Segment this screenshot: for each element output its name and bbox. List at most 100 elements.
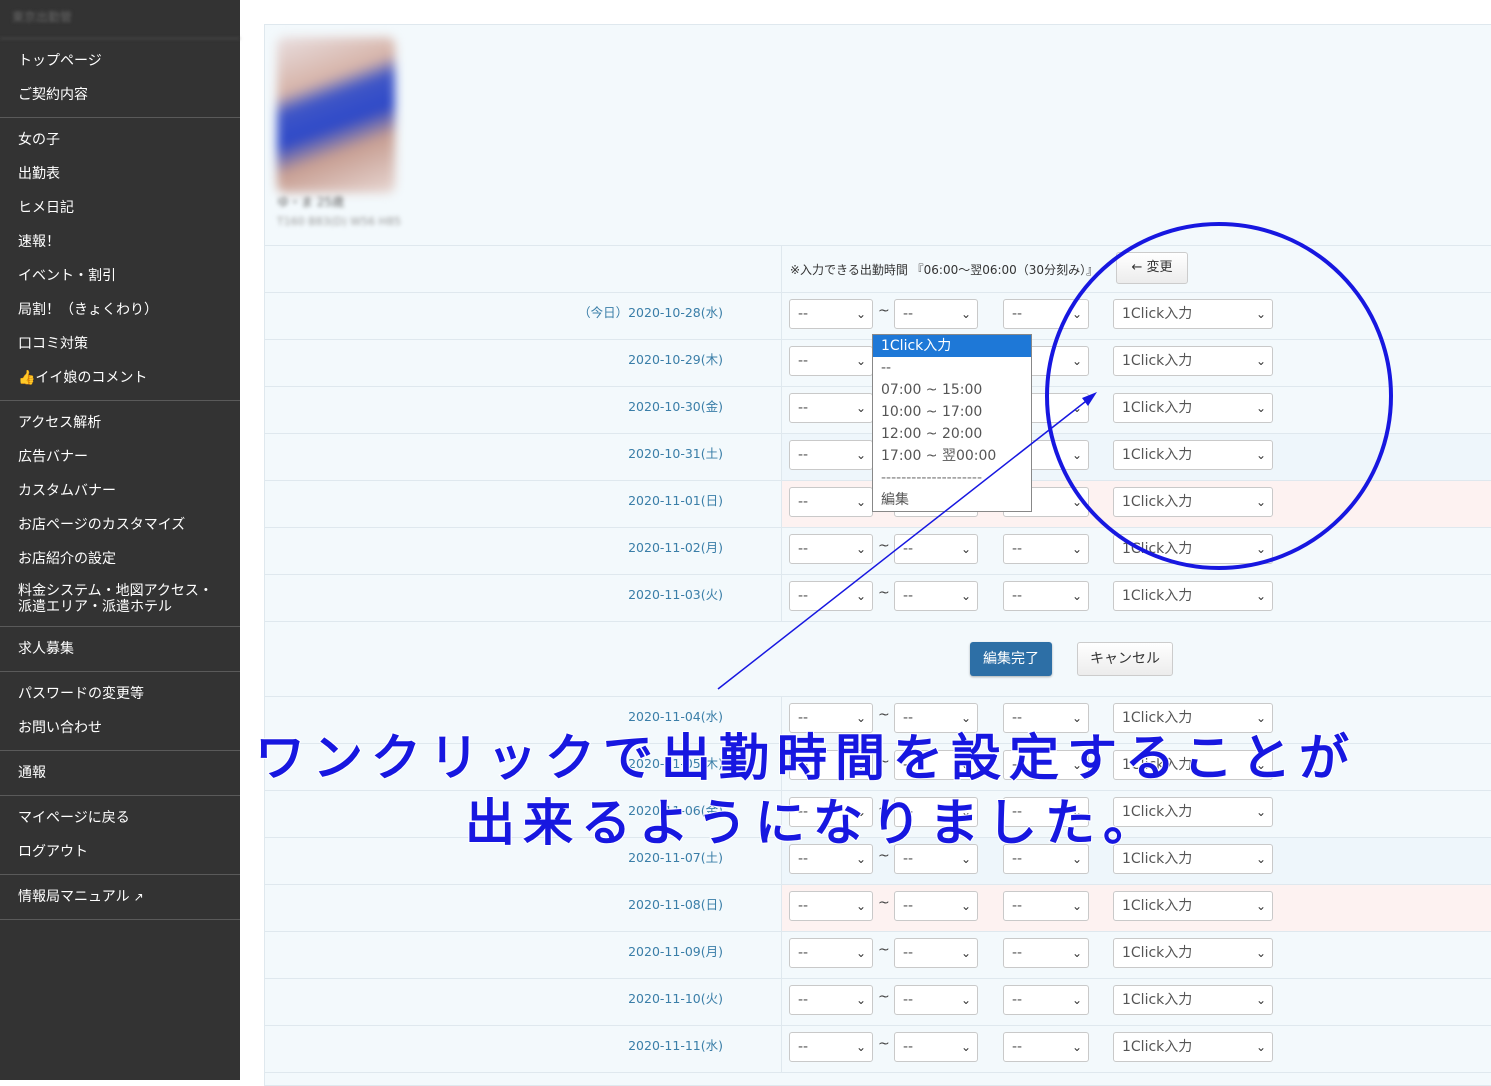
status-select[interactable]: --⌄ (1003, 534, 1089, 564)
end-time-select[interactable]: --⌄ (894, 891, 978, 921)
schedule-row: 2020-11-02(月) -- ⌄ ~ -- ⌄ -- ⌄ 1Click入力 ⌄ (265, 528, 1491, 575)
sidebar-item[interactable]: トップページ (0, 44, 240, 78)
chevron-down-icon: ⌄ (855, 448, 866, 462)
oneclick-select[interactable]: 1Click入力 ⌄ (1113, 891, 1273, 921)
oneclick-select[interactable]: 1Click入力 ⌄ (1113, 1032, 1273, 1062)
external-link-icon: ↗ (133, 890, 144, 904)
sidebar-item[interactable]: 口コミ対策 (0, 327, 240, 361)
dropdown-option[interactable]: 17:00 ~ 翌00:00 (873, 445, 1031, 467)
oneclick-select[interactable]: 1Click入力 ⌄ (1113, 299, 1273, 329)
oneclick-select[interactable]: 1Click入力 ⌄ (1113, 938, 1273, 968)
sidebar: 東京出勤管 トップページ ご契約内容 女の子 出勤表 ヒメ日記 速報！ イベント・割引 局割！… (0, 0, 240, 1080)
sidebar-item[interactable]: 女の子 (0, 123, 240, 157)
sidebar-group: 情報局マニュアル ↗ (0, 875, 240, 920)
sidebar-item[interactable]: ログアウト (0, 835, 240, 869)
chevron-down-icon: ⌄ (1255, 448, 1266, 462)
status-select[interactable]: --⌄ (1003, 985, 1089, 1015)
sidebar-group: パスワードの変更等 お問い合わせ (0, 672, 240, 751)
start-time-select[interactable]: -- ⌄ (789, 985, 873, 1015)
dropdown-option[interactable]: 編集 (873, 489, 1031, 511)
sidebar-item[interactable]: アクセス解析 (0, 406, 240, 440)
annotation-line-1: ワンクリックで出勤時間を設定することが (254, 728, 1357, 788)
sidebar-item[interactable]: 通報 (0, 756, 240, 790)
row-date: （今日）2020-10-28(水) (578, 305, 723, 320)
sidebar-item[interactable]: 広告バナー (0, 440, 240, 474)
end-time-select[interactable]: --⌄ (894, 581, 978, 611)
sidebar-item-label: 局割！（きょくわり） (18, 302, 158, 318)
profile-name: ゆ・ま 25歳 (277, 195, 345, 209)
chevron-down-icon: ⌄ (1255, 993, 1266, 1007)
sidebar-item[interactable]: 局割！（きょくわり） (0, 293, 240, 327)
oneclick-dropdown-list[interactable]: 1Click入力 -- 07:00 ~ 15:00 10:00 ~ 17:00 12:0… (872, 334, 1032, 512)
sidebar-item[interactable]: お店紹介の設定 (0, 542, 240, 576)
chevron-down-icon: ⌄ (1255, 495, 1266, 509)
status-select[interactable]: --⌄ (1003, 581, 1089, 611)
start-time-select[interactable]: -- ⌄ (789, 393, 873, 423)
start-time-select[interactable]: -- ⌄ (789, 534, 873, 564)
sidebar-item[interactable]: イベント・割引 (0, 259, 240, 293)
oneclick-select[interactable]: 1Click入力 ⌄ (1113, 534, 1273, 564)
sidebar-item[interactable]: 👍イイ娘のコメント (0, 361, 240, 395)
start-time-select[interactable]: -- ⌄ (789, 1032, 873, 1062)
sidebar-item[interactable]: マイページに戻る (0, 801, 240, 835)
start-time-select[interactable]: -- ⌄ (789, 891, 873, 921)
oneclick-select[interactable]: 1Click入力 ⌄ (1113, 581, 1273, 611)
start-time-select[interactable]: -- ⌄ (789, 440, 873, 470)
chevron-down-icon: ⌄ (1071, 899, 1082, 913)
oneclick-select[interactable]: 1Click入力 ⌄ (1113, 346, 1273, 376)
sidebar-item-label: マイページに戻る (18, 810, 130, 826)
edit-complete-button[interactable]: 編集完了 (970, 642, 1052, 676)
row-date: 2020-11-03(火) (628, 587, 723, 602)
start-time-select[interactable]: -- ⌄ (789, 938, 873, 968)
sidebar-item[interactable]: 情報局マニュアル ↗ (0, 880, 240, 914)
start-time-select[interactable]: -- ⌄ (789, 487, 873, 517)
sidebar-group: 女の子 出勤表ヒメ日記速報！ イベント・割引局割！（きょくわり） 口コミ対策 👍イイ娘の… (0, 118, 240, 401)
status-select[interactable]: --⌄ (1003, 1032, 1089, 1062)
status-select[interactable]: --⌄ (1003, 938, 1089, 968)
oneclick-select[interactable]: 1Click入力 ⌄ (1113, 487, 1273, 517)
change-button[interactable]: ← 変更 (1116, 252, 1188, 284)
cancel-button[interactable]: キャンセル (1077, 642, 1173, 676)
oneclick-select[interactable]: 1Click入力 ⌄ (1113, 440, 1273, 470)
sidebar-item[interactable]: パスワードの変更等 (0, 677, 240, 711)
sidebar-item[interactable]: お店ページのカスタマイズ (0, 508, 240, 542)
sidebar-item[interactable]: カスタムバナー (0, 474, 240, 508)
status-select[interactable]: --⌄ (1003, 299, 1089, 329)
oneclick-select[interactable]: 1Click入力 ⌄ (1113, 985, 1273, 1015)
chevron-down-icon: ⌄ (855, 542, 866, 556)
sidebar-item-label: 速報！ (18, 234, 60, 250)
chevron-down-icon: ⌄ (855, 589, 866, 603)
sidebar-item[interactable]: ヒメ日記 (0, 191, 240, 225)
sidebar-item-label: ヒメ日記 (18, 200, 74, 216)
sidebar-item[interactable]: 料金システム・地図アクセス・派遣エリア・派遣ホテル (0, 576, 240, 621)
end-time-select[interactable]: --⌄ (894, 938, 978, 968)
hint-row: ※入力できる出勤時間 『06:00〜翌06:00（30分刻み）』 ← 変更 (265, 246, 1491, 293)
sidebar-item[interactable]: 速報！ (0, 225, 240, 259)
start-time-select[interactable]: -- ⌄ (789, 346, 873, 376)
dropdown-option[interactable]: -------------------- (873, 467, 1031, 489)
sidebar-item[interactable]: お問い合わせ (0, 711, 240, 745)
end-time-select[interactable]: --⌄ (894, 985, 978, 1015)
dropdown-option[interactable]: -- (873, 357, 1031, 379)
dropdown-option[interactable]: 12:00 ~ 20:00 (873, 423, 1031, 445)
chevron-down-icon: ⌄ (960, 307, 971, 321)
schedule-row: 2020-11-08(日) -- ⌄ ~ -- ⌄ -- ⌄ 1Click入力 ⌄ (265, 885, 1491, 932)
end-time-select[interactable]: --⌄ (894, 299, 978, 329)
end-time-select[interactable]: --⌄ (894, 1032, 978, 1062)
status-select[interactable]: --⌄ (1003, 891, 1089, 921)
sidebar-item-label: 口コミ対策 (18, 336, 88, 352)
sidebar-item[interactable]: 出勤表 (0, 157, 240, 191)
profile-photo[interactable] (277, 37, 395, 193)
end-time-select[interactable]: --⌄ (894, 534, 978, 564)
sidebar-item[interactable]: ご契約内容 (0, 78, 240, 112)
dropdown-option[interactable]: 1Click入力 (873, 335, 1031, 357)
dropdown-option[interactable]: 07:00 ~ 15:00 (873, 379, 1031, 401)
chevron-down-icon: ⌄ (1071, 1040, 1082, 1054)
oneclick-select[interactable]: 1Click入力 ⌄ (1113, 393, 1273, 423)
dropdown-option[interactable]: 10:00 ~ 17:00 (873, 401, 1031, 423)
start-time-select[interactable]: -- ⌄ (789, 581, 873, 611)
chevron-down-icon: ⌄ (855, 993, 866, 1007)
start-time-select[interactable]: -- ⌄ (789, 299, 873, 329)
sidebar-item[interactable]: 求人募集 (0, 632, 240, 666)
chevron-down-icon: ⌄ (1255, 946, 1266, 960)
